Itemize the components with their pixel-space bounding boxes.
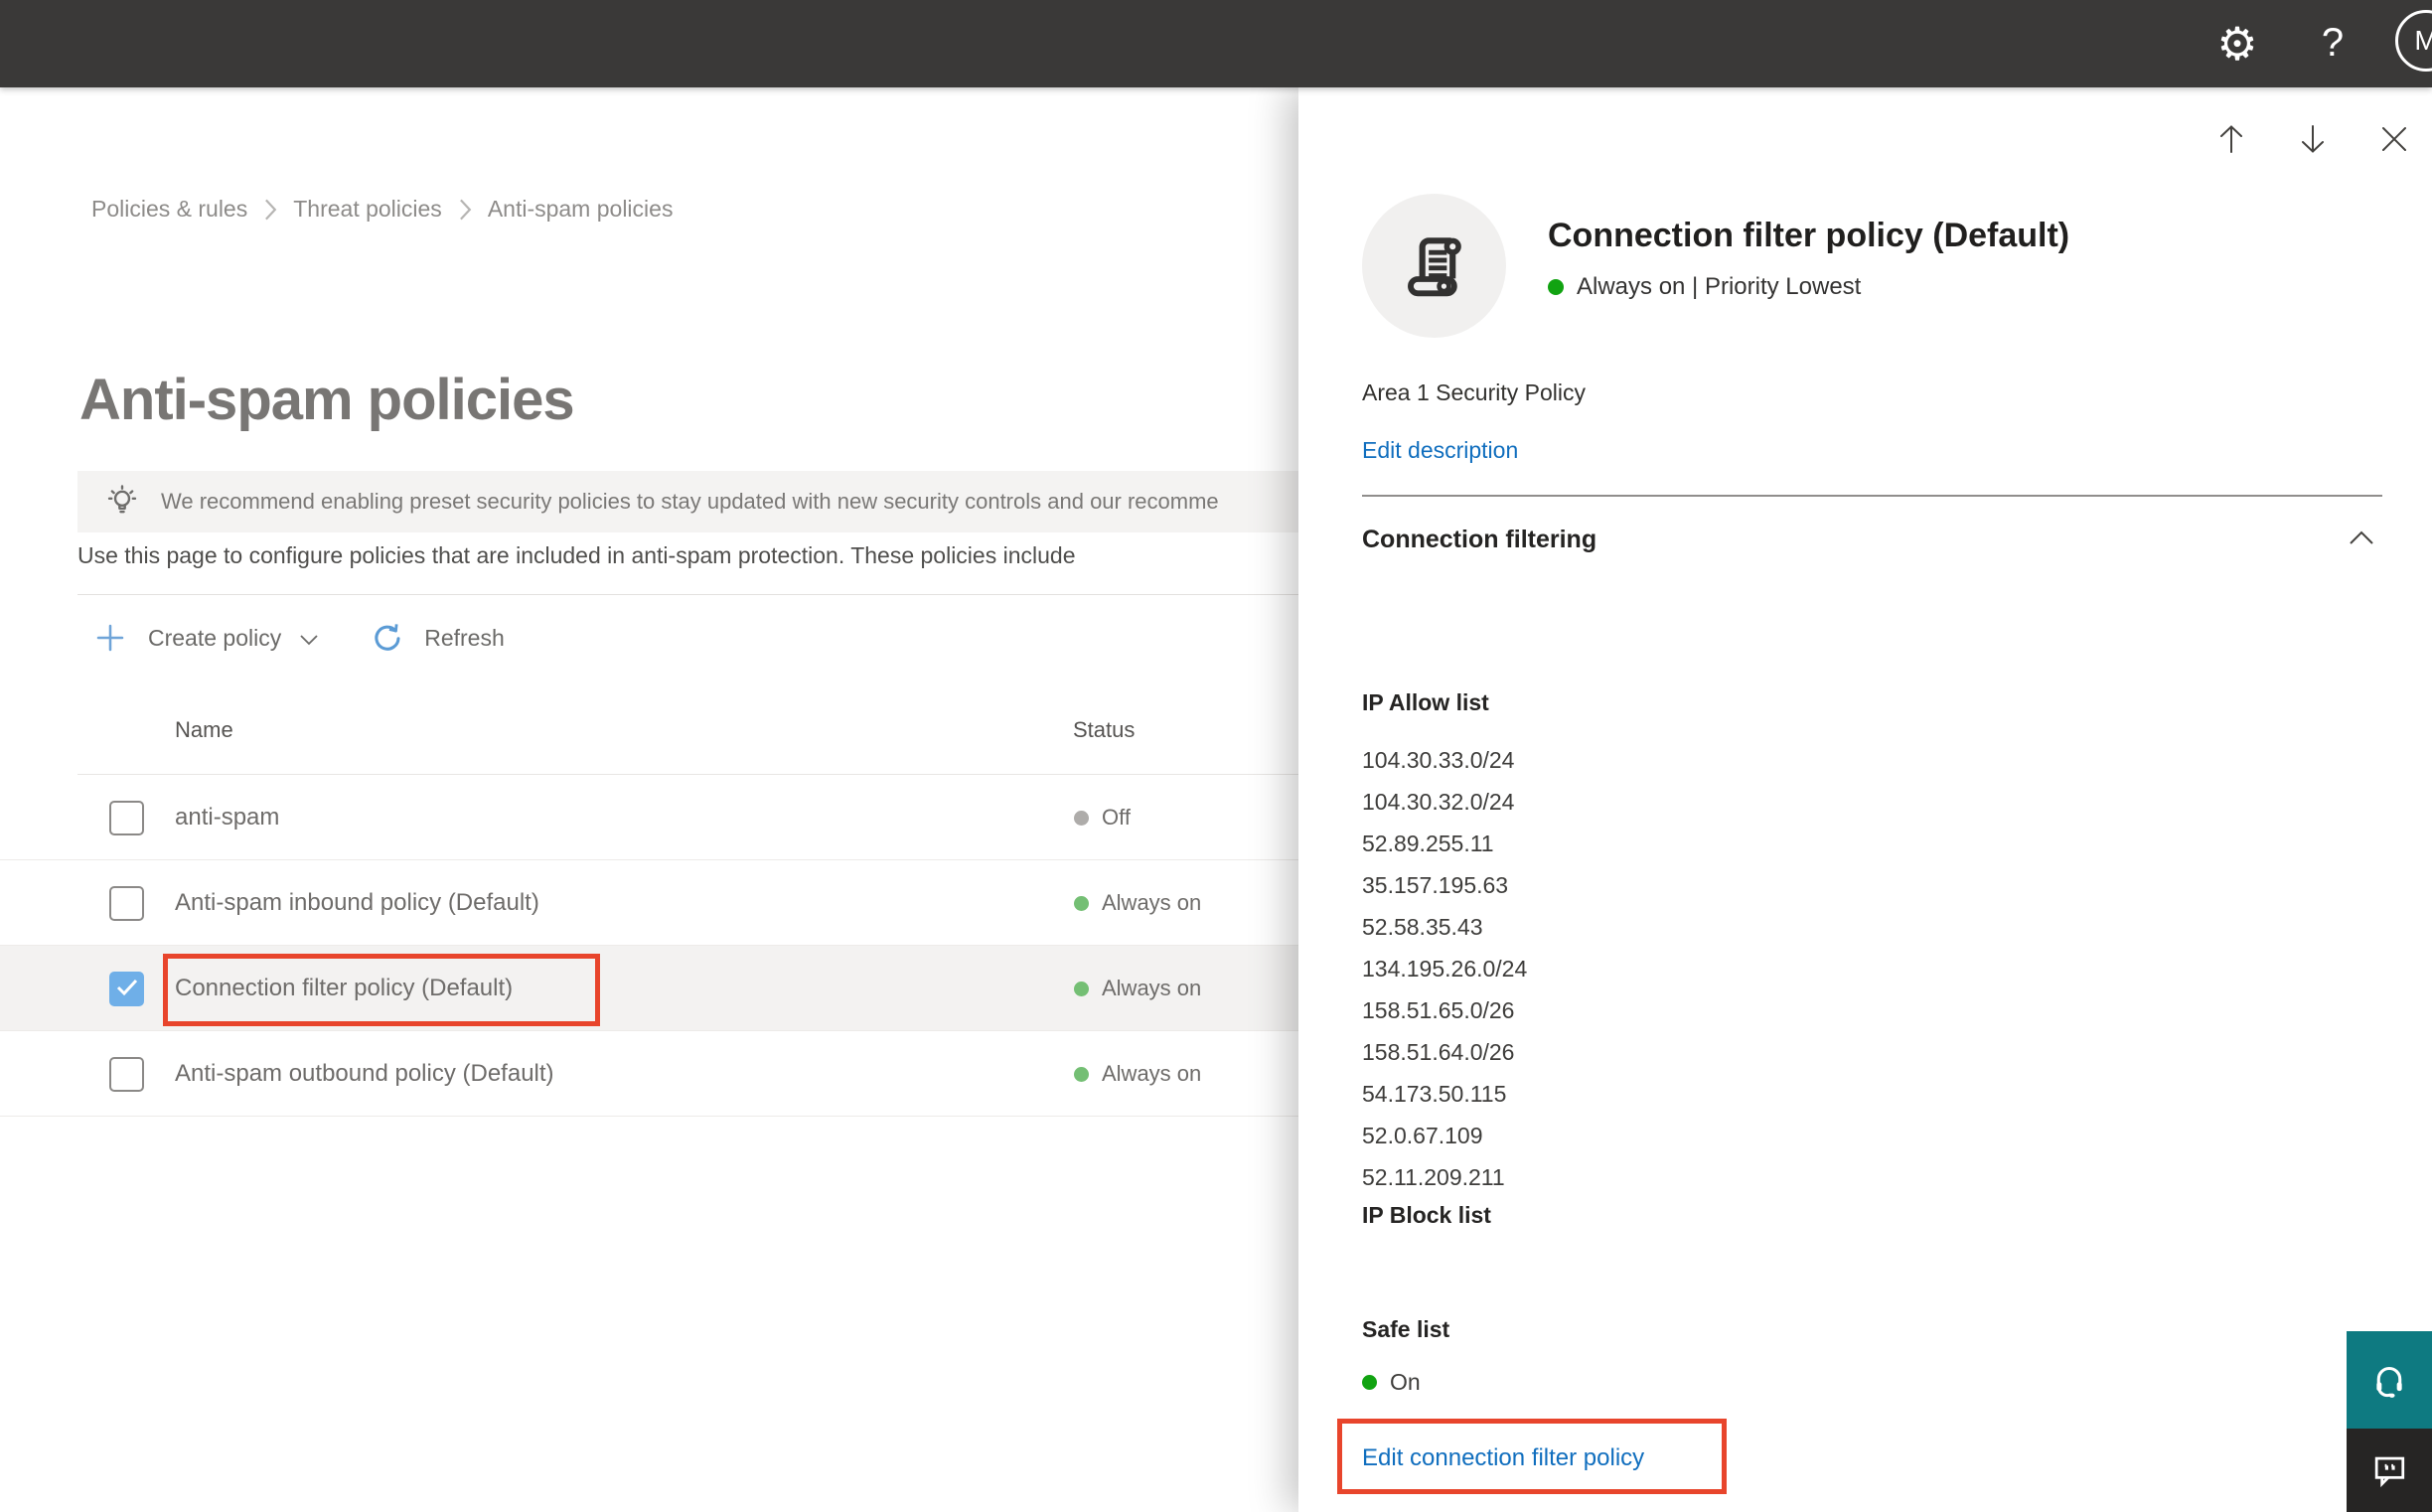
divider	[1362, 495, 2382, 497]
safe-list-status: On	[1362, 1364, 1421, 1400]
status-dot-icon	[1074, 1066, 1089, 1082]
breadcrumb-threat-policies[interactable]: Threat policies	[293, 196, 442, 223]
breadcrumb-policies-rules[interactable]: Policies & rules	[91, 196, 247, 223]
feedback-button[interactable]	[2347, 1429, 2432, 1512]
ip-allow-list: 104.30.33.0/24 104.30.32.0/24 52.89.255.…	[1362, 739, 1527, 1198]
ip-block-list-title: IP Block list	[1362, 1202, 1491, 1228]
chevron-down-icon	[300, 635, 318, 646]
chevron-right-icon	[459, 199, 472, 220]
row-checkbox[interactable]	[109, 801, 144, 835]
policy-scroll-icon	[1407, 236, 1461, 296]
ip-entry: 134.195.26.0/24	[1362, 956, 1528, 982]
status-dot-icon	[1074, 895, 1089, 911]
ip-entry: 52.58.35.43	[1362, 914, 1483, 940]
panel-navigation	[2215, 123, 2410, 155]
breadcrumb: Policies & rules Threat policies Anti-sp…	[91, 196, 673, 223]
top-app-bar: ⚙ ? M	[0, 0, 2432, 87]
column-header-name[interactable]: Name	[175, 717, 233, 743]
safe-list-title: Safe list	[1362, 1316, 1450, 1342]
settings-gear-icon[interactable]: ⚙	[2213, 16, 2261, 72]
status-on-dot-icon	[1362, 1374, 1377, 1390]
feedback-chat-icon	[2374, 1456, 2405, 1488]
lightbulb-icon	[107, 485, 137, 514]
next-item-arrow-down-icon[interactable]	[2297, 123, 2329, 155]
ip-allow-list-title: IP Allow list	[1362, 689, 1489, 715]
policy-status: Always on	[1074, 946, 1201, 1031]
account-avatar[interactable]: M	[2395, 10, 2432, 72]
ip-entry: 52.0.67.109	[1362, 1123, 1483, 1148]
ip-entry: 104.30.33.0/24	[1362, 747, 1515, 773]
refresh-icon	[375, 624, 400, 651]
row-checkbox[interactable]	[109, 972, 144, 1006]
refresh-button[interactable]: Refresh	[371, 622, 505, 654]
policy-status: Off	[1074, 775, 1131, 860]
create-policy-button[interactable]: Create policy	[94, 622, 319, 654]
chevron-right-icon	[265, 199, 277, 220]
policy-name[interactable]: anti-spam	[175, 775, 279, 860]
breadcrumb-anti-spam-policies[interactable]: Anti-spam policies	[488, 196, 674, 223]
status-dot-icon	[1074, 981, 1089, 996]
policy-details-panel: Connection filter policy (Default) Alway…	[1298, 87, 2432, 1512]
annotation-box-edit-link	[1337, 1419, 1727, 1494]
ip-entry: 104.30.32.0/24	[1362, 789, 1515, 815]
chevron-up-icon[interactable]	[2347, 525, 2376, 554]
help-icon[interactable]: ?	[2313, 16, 2353, 72]
plus-icon	[96, 624, 124, 652]
panel-header: Connection filter policy (Default) Alway…	[1362, 194, 2069, 338]
command-bar: Create policy Refresh	[94, 612, 505, 664]
policy-name[interactable]: Anti-spam outbound policy (Default)	[175, 1031, 554, 1117]
policy-name[interactable]: Anti-spam inbound policy (Default)	[175, 860, 539, 946]
annotation-box-selected-policy	[163, 954, 600, 1026]
ip-entry: 52.89.255.11	[1362, 831, 1494, 856]
checkmark-icon	[116, 979, 137, 996]
edit-description-link[interactable]: Edit description	[1362, 437, 1518, 464]
headset-icon	[2376, 1367, 2402, 1398]
close-icon[interactable]	[2378, 123, 2410, 155]
ip-entry: 158.51.65.0/26	[1362, 997, 1515, 1023]
banner-text: We recommend enabling preset security po…	[161, 489, 1219, 514]
policy-description: Area 1 Security Policy	[1362, 379, 1586, 405]
column-header-status[interactable]: Status	[1073, 717, 1135, 743]
policy-avatar	[1362, 194, 1506, 338]
panel-header-text: Connection filter policy (Default) Alway…	[1548, 194, 2069, 338]
section-title: Connection filtering	[1362, 525, 1597, 553]
page-title: Anti-spam policies	[79, 367, 575, 432]
refresh-label: Refresh	[424, 624, 505, 651]
panel-status: Always on | Priority Lowest	[1548, 273, 2069, 301]
row-checkbox[interactable]	[109, 886, 144, 921]
ip-entry: 35.157.195.63	[1362, 872, 1509, 898]
panel-title: Connection filter policy (Default)	[1548, 217, 2070, 254]
create-policy-label: Create policy	[148, 624, 282, 651]
connection-filtering-section-header[interactable]: Connection filtering	[1362, 525, 2382, 554]
status-dot-icon	[1074, 810, 1089, 826]
ip-entry: 52.11.209.211	[1362, 1164, 1505, 1190]
status-on-dot-icon	[1548, 279, 1564, 295]
policy-status: Always on	[1074, 860, 1201, 946]
policy-status: Always on	[1074, 1031, 1201, 1117]
previous-item-arrow-up-icon[interactable]	[2215, 123, 2247, 155]
ip-entry: 54.173.50.115	[1362, 1081, 1507, 1107]
row-checkbox[interactable]	[109, 1057, 144, 1092]
help-support-button[interactable]	[2347, 1331, 2432, 1429]
ip-entry: 158.51.64.0/26	[1362, 1039, 1515, 1065]
